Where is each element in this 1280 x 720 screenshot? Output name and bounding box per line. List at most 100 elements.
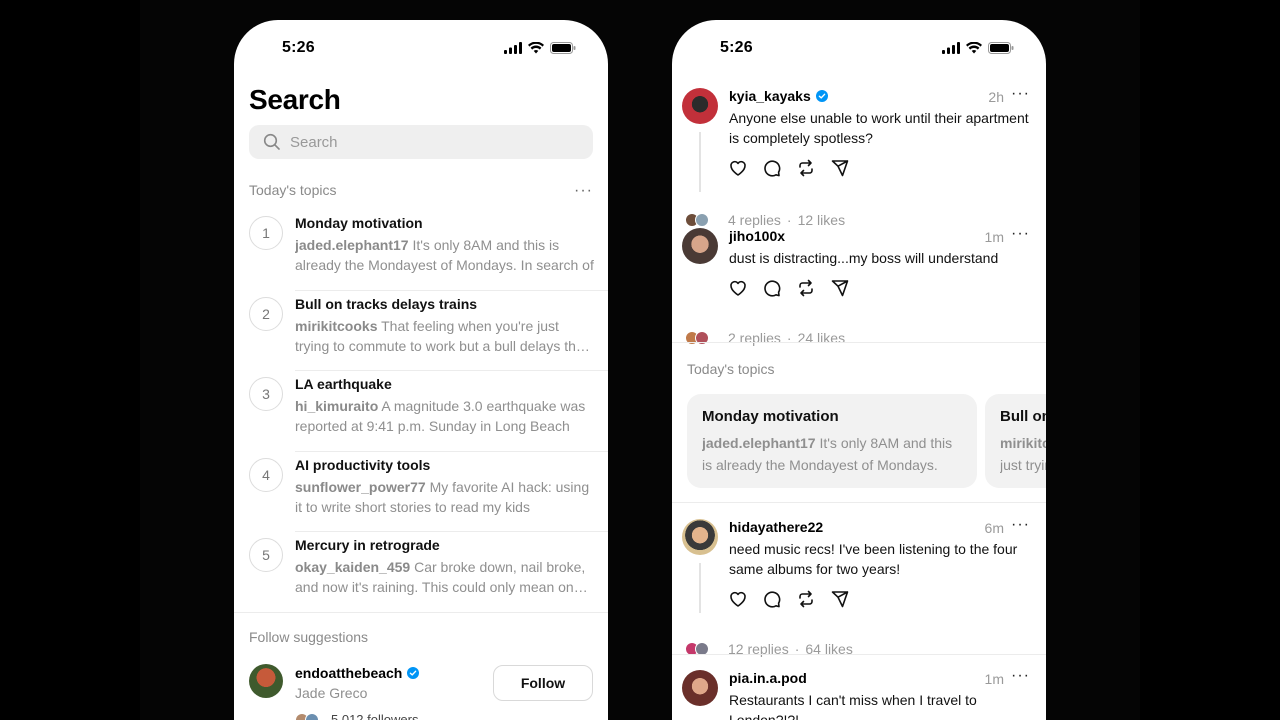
status-time: 5:26 bbox=[282, 39, 315, 56]
topic-item[interactable]: 1 Monday motivation jaded.elephant17 It'… bbox=[249, 210, 608, 291]
topic-author: mirikitcooks bbox=[295, 317, 378, 334]
topic-item[interactable]: 4 AI productivity tools sunflower_power7… bbox=[249, 452, 608, 532]
search-bar[interactable] bbox=[249, 125, 593, 159]
topic-card-title: Monday motivation bbox=[702, 408, 839, 425]
topic-card-author: jaded.elephant17 bbox=[702, 435, 816, 451]
share-icon[interactable] bbox=[830, 589, 850, 609]
post-actions bbox=[728, 158, 850, 178]
reply-avatars bbox=[682, 213, 728, 227]
avatar[interactable] bbox=[682, 519, 718, 555]
topic-title: Monday motivation bbox=[295, 215, 423, 231]
thread-line bbox=[699, 563, 701, 613]
wifi-icon bbox=[966, 42, 982, 54]
follow-suggestion-card: endoatthebeach Jade Greco Follow 5,012 f… bbox=[249, 662, 593, 720]
like-icon[interactable] bbox=[728, 278, 748, 298]
topic-rank: 1 bbox=[249, 216, 283, 250]
topic-item[interactable]: 5 Mercury in retrograde okay_kaiden_459 … bbox=[249, 532, 608, 613]
reply-count[interactable]: 2 replies bbox=[728, 330, 781, 346]
more-options-icon[interactable]: ··· bbox=[1011, 85, 1030, 103]
topic-card-title: Bull on tracks delays trains bbox=[1000, 408, 1046, 425]
thread-post: kyia_kayaks 2h ··· Anyone else unable to… bbox=[682, 85, 1036, 228]
topic-rank: 2 bbox=[249, 296, 283, 331]
search-input[interactable] bbox=[290, 133, 570, 151]
cellular-signal-icon bbox=[504, 42, 522, 54]
avatar[interactable] bbox=[682, 228, 718, 264]
post-text: Restaurants I can't miss when I travel t… bbox=[729, 692, 977, 720]
topic-title: LA earthquake bbox=[295, 376, 392, 392]
search-phone-screen: 5:26 Search Today's topics ··· 1 Monday … bbox=[234, 20, 608, 720]
topic-card[interactable]: Monday motivation jaded.elephant17 It's … bbox=[687, 394, 977, 488]
repost-icon[interactable] bbox=[796, 278, 816, 298]
share-icon[interactable] bbox=[830, 278, 850, 298]
post-timestamp: 1m bbox=[984, 671, 1004, 687]
topic-rank: 5 bbox=[249, 538, 283, 572]
post-text: dust is distracting...my boss will under… bbox=[729, 250, 999, 266]
topic-title: AI productivity tools bbox=[295, 456, 431, 473]
section-divider bbox=[672, 502, 1046, 503]
thread-post: hidayathere22 6m ··· need music recs! I'… bbox=[682, 516, 1036, 657]
status-bar: 5:26 bbox=[672, 20, 1046, 76]
topic-item[interactable]: 3 LA earthquake hi_kimuraito A magnitude… bbox=[249, 371, 608, 452]
avatar[interactable] bbox=[682, 670, 718, 706]
post-actions bbox=[728, 589, 850, 609]
post-actions bbox=[728, 278, 850, 298]
like-count[interactable]: 24 likes bbox=[798, 330, 845, 346]
more-options-icon[interactable]: ··· bbox=[1011, 667, 1030, 685]
topic-rank: 3 bbox=[249, 377, 283, 411]
avatar[interactable] bbox=[682, 88, 718, 124]
section-divider bbox=[672, 654, 1046, 655]
thread-post: jiho100x 1m ··· dust is distracting...my… bbox=[682, 225, 1036, 346]
todays-topics-heading: Today's topics bbox=[687, 361, 775, 377]
topic-title: Mercury in retrograde bbox=[295, 537, 440, 553]
feed-phone-screen: 5:26 kyia_kayaks 2h ··· Anyone else unab… bbox=[672, 20, 1046, 720]
avatar[interactable] bbox=[249, 664, 283, 698]
todays-topics-heading: Today's topics bbox=[249, 182, 337, 198]
topic-list: 1 Monday motivation jaded.elephant17 It'… bbox=[249, 210, 608, 613]
suggestion-display-name: Jade Greco bbox=[295, 685, 368, 701]
topic-author: okay_kaiden_459 bbox=[295, 559, 411, 575]
follower-count: 5,012 followers bbox=[331, 712, 419, 720]
status-bar: 5:26 bbox=[234, 20, 608, 76]
post-text: Anyone else unable to work until their a… bbox=[729, 110, 1029, 146]
topic-title: Bull on tracks delays trains bbox=[295, 295, 478, 312]
share-icon[interactable] bbox=[830, 158, 850, 178]
post-username[interactable]: jiho100x bbox=[729, 228, 785, 244]
post-timestamp: 2h bbox=[988, 89, 1004, 105]
verified-badge-icon bbox=[815, 90, 828, 102]
topic-author: hi_kimuraito bbox=[295, 398, 379, 414]
topic-item[interactable]: 2 Bull on tracks delays trains mirikitco… bbox=[249, 291, 608, 371]
wifi-icon bbox=[528, 42, 544, 54]
cellular-signal-icon bbox=[942, 42, 960, 54]
more-options-icon[interactable]: ··· bbox=[1011, 516, 1030, 534]
repost-icon[interactable] bbox=[796, 589, 816, 609]
more-options-icon[interactable]: ··· bbox=[1011, 225, 1030, 243]
repost-icon[interactable] bbox=[796, 158, 816, 178]
reply-icon[interactable] bbox=[762, 158, 782, 178]
more-options-icon[interactable]: ··· bbox=[574, 183, 593, 199]
post-username[interactable]: pia.in.a.pod bbox=[729, 670, 807, 686]
post-text: need music recs! I've been listening to … bbox=[729, 541, 1018, 577]
reply-icon[interactable] bbox=[762, 278, 782, 298]
page-title: Search bbox=[249, 84, 341, 115]
post-username[interactable]: kyia_kayaks bbox=[729, 88, 811, 104]
topics-carousel: Monday motivation jaded.elephant17 It's … bbox=[687, 394, 1046, 489]
battery-icon bbox=[988, 42, 1014, 54]
like-icon[interactable] bbox=[728, 158, 748, 178]
topic-card[interactable]: Bull on tracks delays trains mirikitcook… bbox=[985, 394, 1046, 488]
like-icon[interactable] bbox=[728, 589, 748, 609]
follow-button[interactable]: Follow bbox=[493, 665, 593, 701]
post-username[interactable]: hidayathere22 bbox=[729, 519, 823, 535]
reply-count[interactable]: 4 replies bbox=[728, 212, 781, 228]
thread-line bbox=[699, 132, 701, 192]
topic-author: sunflower_power77 bbox=[295, 478, 426, 495]
follower-avatars bbox=[295, 712, 319, 720]
post-timestamp: 6m bbox=[984, 520, 1004, 536]
post-timestamp: 1m bbox=[984, 229, 1004, 245]
status-time: 5:26 bbox=[720, 39, 753, 56]
reply-icon[interactable] bbox=[762, 589, 782, 609]
section-divider bbox=[234, 612, 608, 613]
thread-post: pia.in.a.pod 1m ··· Restaurants I can't … bbox=[682, 667, 1036, 720]
suggestion-username[interactable]: endoatthebeach bbox=[295, 665, 402, 681]
like-count[interactable]: 12 likes bbox=[798, 212, 845, 228]
topic-card-author: mirikitcooks bbox=[1000, 435, 1046, 451]
